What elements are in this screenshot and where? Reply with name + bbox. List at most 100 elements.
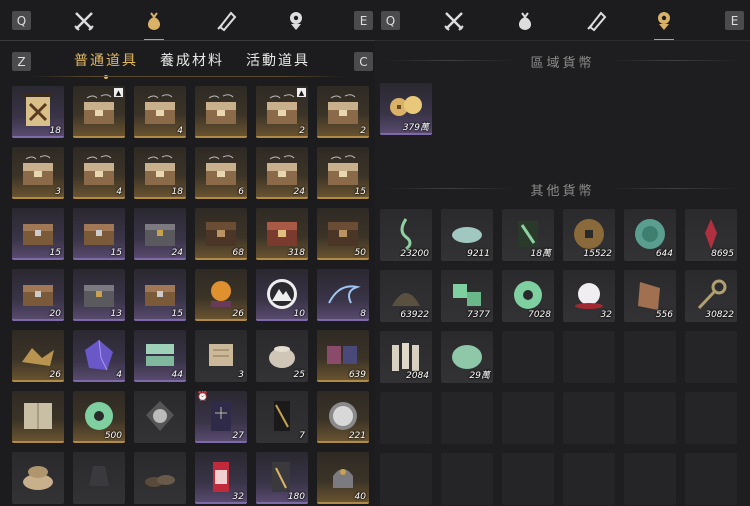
item-slot-chest-wood[interactable]: 15 — [12, 208, 64, 260]
sub-next-key[interactable]: C — [354, 52, 373, 71]
item-slot-cases[interactable]: 639 — [317, 330, 369, 382]
item-slot-gold-dust[interactable]: 26 — [12, 330, 64, 382]
item-slot-red-card[interactable]: 32 — [195, 452, 247, 504]
tab-weapons[interactable] — [68, 7, 100, 35]
item-count: 13 — [110, 309, 122, 319]
item-slot-crystal[interactable]: 4 — [73, 330, 125, 382]
item-count: 8 — [360, 309, 366, 319]
item-slot-orb[interactable]: 26 — [195, 269, 247, 321]
tab-scrolls[interactable] — [580, 7, 612, 35]
item-count: 15522 — [583, 249, 612, 259]
scroll-open-icon — [209, 344, 233, 366]
rarity-bar — [73, 380, 125, 382]
rarity-bar — [256, 197, 308, 199]
item-slot-card-purple[interactable]: ⏰ 27 — [195, 391, 247, 443]
item-slot-key[interactable]: 30822 — [685, 270, 737, 322]
rarity-bar — [624, 259, 676, 261]
item-slot-green-token[interactable]: 18萬 — [502, 209, 554, 261]
subtab-materials[interactable]: 養成材料 — [160, 50, 224, 70]
item-slot-chest-gold[interactable]: 24 — [256, 147, 308, 199]
item-slot-sacks[interactable] — [12, 452, 64, 504]
item-slot-medal[interactable]: 221 — [317, 391, 369, 443]
item-slot-chest-gold[interactable]: 4 — [134, 86, 186, 138]
item-slot-chest-dark[interactable]: 68 — [195, 208, 247, 260]
item-slot-chest-gold[interactable] — [195, 86, 247, 138]
rarity-bar — [317, 502, 369, 504]
rarity-bar — [317, 319, 369, 321]
book-icon — [24, 403, 52, 429]
rarity-bar — [134, 502, 186, 504]
item-slot-chest-gold[interactable]: ▲ — [73, 86, 125, 138]
prev-key[interactable]: Q — [12, 11, 31, 30]
item-count: 6 — [238, 187, 244, 197]
item-slot-chest-wood[interactable]: 15 — [73, 208, 125, 260]
chest-gold-icon — [328, 94, 358, 124]
item-slot-jade-ring[interactable]: 7028 — [502, 270, 554, 322]
item-count: 3 — [55, 187, 61, 197]
item-slot-chest-iron[interactable]: 24 — [134, 208, 186, 260]
item-slot-green-wisp[interactable]: 23200 — [380, 209, 432, 261]
next-key[interactable]: E — [354, 11, 373, 30]
tab-scrolls[interactable] — [210, 7, 242, 35]
rarity-bar — [134, 258, 186, 260]
item-slot-cards-gold[interactable]: 180 — [256, 452, 308, 504]
item-slot-tallies[interactable]: 2084 — [380, 331, 432, 383]
chest-gold-icon — [145, 94, 175, 124]
item-slot-jade-stone[interactable]: 29萬 — [441, 331, 493, 383]
item-slot-bronze-coin[interactable]: 15522 — [563, 209, 615, 261]
item-slot-boxes[interactable]: 44 — [134, 330, 186, 382]
rarity-bar — [134, 319, 186, 321]
rarity-bar — [380, 381, 432, 383]
item-slot-scroll-open[interactable]: 3 — [195, 330, 247, 382]
item-slot-banner[interactable]: 18 — [12, 86, 64, 138]
item-slot-coins[interactable]: 379萬 — [380, 83, 432, 135]
item-slot-jade-disc[interactable]: 644 — [624, 209, 676, 261]
item-slot-chest-gold[interactable]: 18 — [134, 147, 186, 199]
item-slot-jar[interactable]: 25 — [256, 330, 308, 382]
item-slot-spirit-bird[interactable]: 8 — [317, 269, 369, 321]
item-slot-chest-gold[interactable]: 6 — [195, 147, 247, 199]
item-count: 7 — [299, 431, 305, 441]
tab-items[interactable] — [509, 7, 541, 35]
item-slot-red-rune[interactable]: 8695 — [685, 209, 737, 261]
rarity-bar — [441, 320, 493, 322]
item-slot-chest-wood[interactable]: 20 — [12, 269, 64, 321]
item-slot-chest-iron[interactable]: 13 — [73, 269, 125, 321]
next-key[interactable]: E — [725, 11, 744, 30]
item-count: 639 — [348, 370, 366, 380]
prev-key[interactable]: Q — [381, 11, 400, 30]
subtab-normal-items[interactable]: 普通道具 — [74, 50, 138, 79]
banner-icon — [24, 94, 52, 126]
item-slot-pearl[interactable]: 32 — [563, 270, 615, 322]
tab-weapons[interactable] — [438, 7, 470, 35]
rarity-bar — [317, 258, 369, 260]
item-slot-jade-fish[interactable]: 9211 — [441, 209, 493, 261]
item-slot-chest-gold[interactable]: ▲ 2 — [256, 86, 308, 138]
item-slot-chest-gold[interactable]: 3 — [12, 147, 64, 199]
item-slot-mountain-emblem[interactable]: 10 — [256, 269, 308, 321]
tab-items[interactable] — [138, 7, 170, 41]
item-slot-vase[interactable] — [73, 452, 125, 504]
item-slot-chest-gold[interactable]: 15 — [317, 147, 369, 199]
tab-currency[interactable] — [280, 7, 312, 35]
item-slot-mirror[interactable] — [134, 391, 186, 443]
item-slot-book[interactable] — [12, 391, 64, 443]
item-slot-chest-red[interactable]: 318 — [256, 208, 308, 260]
item-slot-fan[interactable]: 63922 — [380, 270, 432, 322]
item-slot-tablet[interactable]: 556 — [624, 270, 676, 322]
item-slot-chest-gold[interactable]: 4 — [73, 147, 125, 199]
item-slot-shoes[interactable] — [134, 452, 186, 504]
item-slot-bell[interactable]: 40 — [317, 452, 369, 504]
rarity-bar — [73, 258, 125, 260]
tab-currency[interactable] — [648, 7, 680, 41]
rarity-bar — [380, 259, 432, 261]
item-slot-jade-ring[interactable]: 500 — [73, 391, 125, 443]
sub-prev-key[interactable]: Z — [12, 52, 31, 71]
item-slot-banner-gold[interactable]: 7 — [256, 391, 308, 443]
item-slot-chest-gold[interactable]: 2 — [317, 86, 369, 138]
item-slot-dice[interactable]: 7377 — [441, 270, 493, 322]
item-slot-chest-dark[interactable]: 50 — [317, 208, 369, 260]
subtab-bar: Z 普通道具 養成材料 活動道具 C — [0, 44, 375, 79]
subtab-event-items[interactable]: 活動道具 — [246, 50, 310, 70]
item-slot-chest-wood[interactable]: 15 — [134, 269, 186, 321]
